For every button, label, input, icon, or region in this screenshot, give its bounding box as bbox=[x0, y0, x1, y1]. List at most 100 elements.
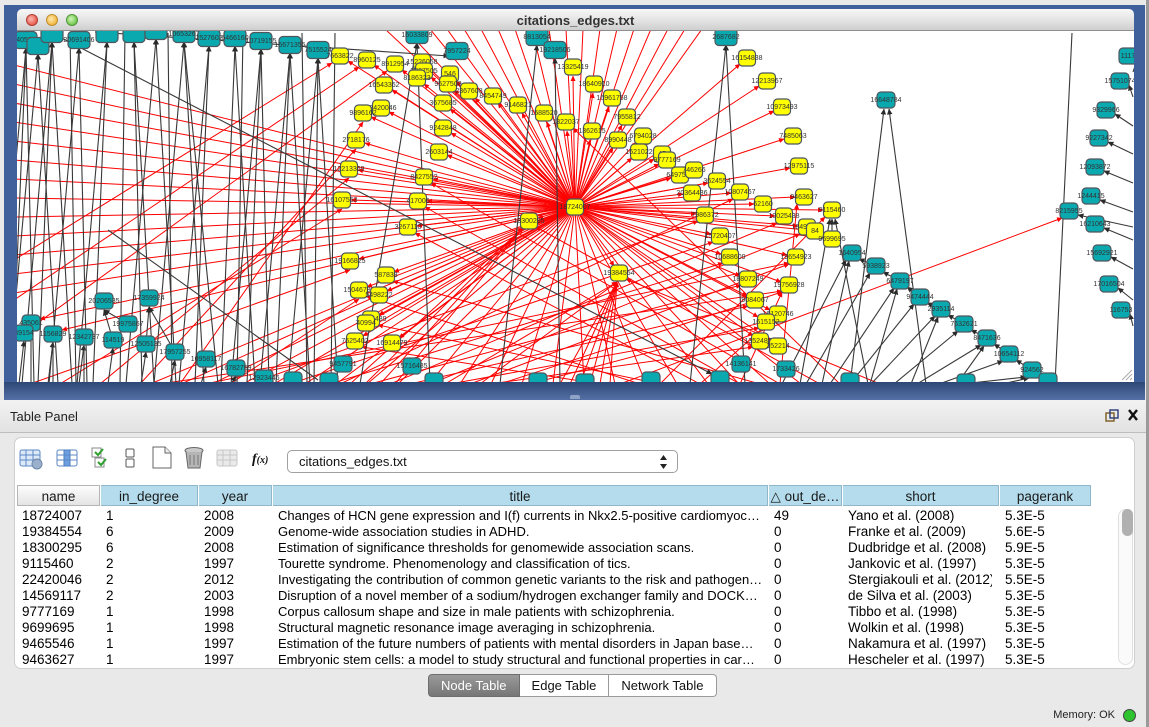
svg-text:40994: 40994 bbox=[356, 320, 376, 327]
svg-text:1615152: 1615152 bbox=[752, 319, 779, 326]
svg-text:9115460: 9115460 bbox=[819, 207, 846, 214]
svg-text:6794028: 6794028 bbox=[629, 133, 656, 140]
svg-text:1640954: 1640954 bbox=[838, 250, 865, 257]
svg-text:10025438: 10025438 bbox=[768, 213, 799, 220]
svg-text:3675685: 3675685 bbox=[429, 100, 456, 107]
svg-text:1362615: 1362615 bbox=[578, 128, 605, 135]
svg-text:8471636: 8471636 bbox=[973, 335, 1000, 342]
svg-text:7663822: 7663822 bbox=[326, 53, 353, 60]
svg-text:18807249: 18807249 bbox=[732, 276, 763, 283]
svg-text:7625402: 7625402 bbox=[341, 338, 368, 345]
svg-text:3267110: 3267110 bbox=[395, 224, 422, 231]
svg-text:f(x): f(x) bbox=[252, 452, 268, 467]
svg-text:9242848: 9242848 bbox=[429, 125, 456, 132]
svg-text:587833: 587833 bbox=[374, 272, 397, 279]
svg-text:10688609: 10688609 bbox=[714, 254, 745, 261]
svg-text:9457791: 9457791 bbox=[329, 361, 356, 368]
svg-text:17016504: 17016504 bbox=[1093, 281, 1124, 288]
svg-text:16154838: 16154838 bbox=[731, 55, 762, 62]
svg-text:9699695: 9699695 bbox=[818, 236, 845, 243]
svg-text:18640910: 18640910 bbox=[578, 81, 609, 88]
svg-text:9146821: 9146821 bbox=[504, 102, 531, 109]
svg-text:18300295: 18300295 bbox=[513, 218, 544, 225]
svg-text:7957224: 7957224 bbox=[443, 48, 470, 55]
svg-text:15716485: 15716485 bbox=[396, 363, 427, 370]
svg-text:16914479: 16914479 bbox=[376, 340, 407, 347]
svg-text:20364436: 20364436 bbox=[676, 190, 707, 197]
svg-text:2718176: 2718176 bbox=[342, 137, 369, 144]
svg-text:924562: 924562 bbox=[1020, 367, 1043, 374]
svg-text:417006: 417006 bbox=[406, 198, 429, 205]
svg-text:10958117: 10958117 bbox=[191, 356, 222, 363]
svg-text:19654923: 19654923 bbox=[780, 254, 811, 261]
svg-text:14136141: 14136141 bbox=[725, 361, 756, 368]
svg-text:10654112: 10654112 bbox=[994, 351, 1025, 358]
svg-text:5498222: 5498222 bbox=[365, 292, 392, 299]
svg-text:19975867: 19975867 bbox=[112, 321, 143, 328]
svg-text:8990448: 8990448 bbox=[604, 137, 631, 144]
svg-text:17957255: 17957255 bbox=[159, 349, 190, 356]
svg-text:12975115: 12975115 bbox=[784, 163, 815, 170]
svg-text:8813054: 8813054 bbox=[523, 34, 550, 41]
svg-text:1244415: 1244415 bbox=[1077, 193, 1104, 200]
svg-text:39154: 39154 bbox=[17, 330, 34, 337]
svg-text:9329966: 9329966 bbox=[1092, 107, 1119, 114]
svg-text:1527602: 1527602 bbox=[195, 35, 222, 42]
svg-text:8186323: 8186323 bbox=[403, 75, 430, 82]
svg-text:10807467: 10807467 bbox=[724, 189, 755, 196]
svg-text:1117: 1117 bbox=[1121, 53, 1134, 60]
svg-text:2603144: 2603144 bbox=[425, 149, 452, 156]
svg-text:19756928: 19756928 bbox=[773, 282, 804, 289]
svg-text:84: 84 bbox=[811, 228, 819, 235]
svg-text:19166825: 19166825 bbox=[334, 258, 365, 265]
svg-text:9896162: 9896162 bbox=[349, 110, 376, 117]
svg-text:20691406: 20691406 bbox=[63, 37, 94, 44]
svg-text:116753: 116753 bbox=[1110, 307, 1133, 314]
svg-text:252214: 252214 bbox=[766, 343, 789, 350]
svg-text:8215955: 8215955 bbox=[1055, 208, 1082, 215]
svg-text:1588520: 1588520 bbox=[530, 110, 557, 117]
svg-text:1621022: 1621022 bbox=[625, 149, 652, 156]
svg-text:16543362: 16543362 bbox=[368, 82, 399, 89]
svg-text:16648784: 16648784 bbox=[870, 97, 901, 104]
svg-text:7986372: 7986372 bbox=[691, 212, 718, 219]
svg-text:10719155: 10719155 bbox=[245, 38, 276, 45]
svg-text:12093872: 12093872 bbox=[1079, 164, 1110, 171]
svg-text:8427552: 8427552 bbox=[410, 174, 437, 181]
svg-text:17359924: 17359924 bbox=[133, 295, 164, 302]
svg-text:9084067: 9084067 bbox=[741, 297, 768, 304]
svg-text:18724007: 18724007 bbox=[559, 204, 590, 211]
svg-text:12213967: 12213967 bbox=[751, 78, 782, 85]
svg-text:6479197: 6479197 bbox=[886, 278, 913, 285]
svg-text:12342737: 12342737 bbox=[68, 334, 99, 341]
svg-text:7485063: 7485063 bbox=[779, 133, 806, 140]
svg-text:8960125: 8960125 bbox=[353, 57, 380, 64]
svg-text:16033809: 16033809 bbox=[401, 32, 432, 39]
svg-text:16782759: 16782759 bbox=[220, 365, 251, 372]
svg-text:19218506: 19218506 bbox=[539, 47, 570, 54]
svg-text:9527508: 9527508 bbox=[434, 81, 461, 88]
svg-text:13325419: 13325419 bbox=[557, 64, 588, 71]
svg-text:7632621: 7632621 bbox=[950, 321, 977, 328]
svg-text:12923446: 12923446 bbox=[248, 375, 279, 382]
svg-text:9777169: 9777169 bbox=[653, 157, 680, 164]
svg-text:3624554: 3624554 bbox=[703, 178, 730, 185]
svg-text:12505135: 12505135 bbox=[130, 341, 161, 348]
svg-text:114519: 114519 bbox=[102, 337, 125, 344]
svg-text:10973493: 10973493 bbox=[766, 104, 797, 111]
svg-text:8454749: 8454749 bbox=[479, 93, 506, 100]
svg-text:2687682: 2687682 bbox=[712, 34, 739, 41]
svg-text:2935114: 2935114 bbox=[928, 306, 955, 313]
svg-text:12213369: 12213369 bbox=[333, 166, 364, 173]
svg-text:9474444: 9474444 bbox=[906, 294, 933, 301]
svg-text:7955812: 7955812 bbox=[613, 114, 640, 121]
svg-text:15720407: 15720407 bbox=[704, 233, 735, 240]
svg-text:15692921: 15692921 bbox=[1086, 250, 1117, 257]
svg-text:9227342: 9227342 bbox=[1085, 135, 1112, 142]
svg-text:8912954: 8912954 bbox=[381, 61, 408, 68]
svg-text:16107553: 16107553 bbox=[326, 197, 357, 204]
svg-text:16210643: 16210643 bbox=[1079, 221, 1110, 228]
svg-text:19384554: 19384554 bbox=[603, 270, 634, 277]
svg-text:15751074: 15751074 bbox=[1104, 78, 1134, 85]
svg-text:1733426: 1733426 bbox=[772, 366, 799, 373]
